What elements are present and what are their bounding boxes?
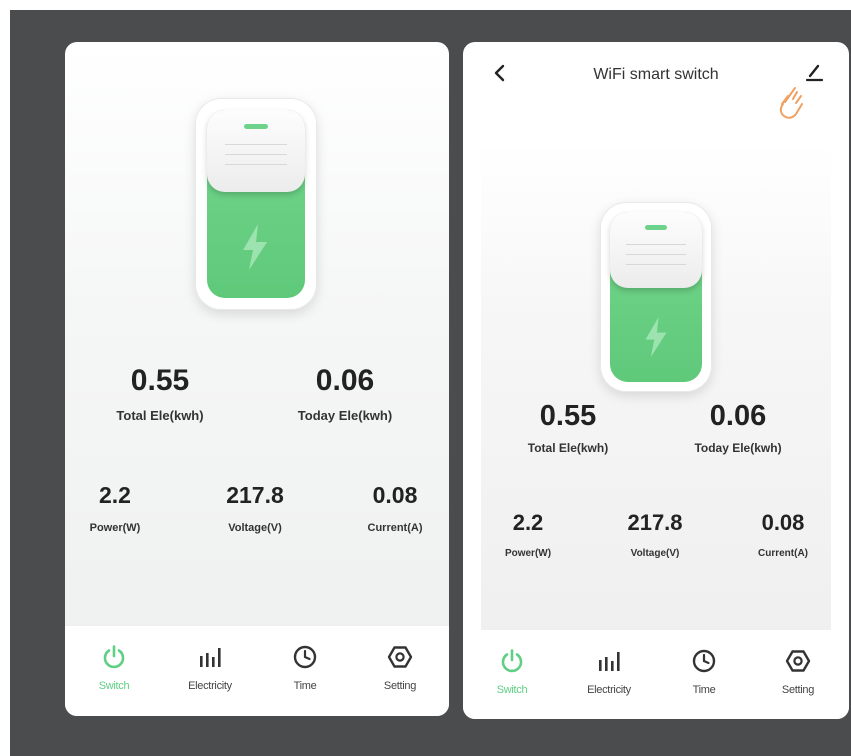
tab-electricity[interactable]: Electricity [574, 648, 644, 696]
tab-setting[interactable]: Setting [365, 644, 435, 692]
tab-setting-label: Setting [383, 680, 417, 692]
status-indicator [645, 225, 667, 230]
today-ele-stat: 0.06 Today Ele(kwh) [270, 364, 420, 423]
power-value: 2.2 [99, 482, 131, 508]
power-stat: 2.2 Power(W) [488, 510, 568, 559]
power-switch-graphic[interactable] [600, 202, 712, 392]
current-stat: 0.08 Current(A) [355, 482, 435, 534]
pointing-hand-icon [779, 87, 803, 119]
current-value: 0.08 [761, 510, 805, 535]
tab-switch-label: Switch [98, 680, 130, 692]
voltage-stat: 217.8 Voltage(V) [215, 482, 295, 534]
power-stat: 2.2 Power(W) [75, 482, 155, 534]
phone-screen-right: WiFi smart switch 0.55 Total Ele(kwh) 0.… [463, 42, 849, 719]
bar-chart-icon [599, 652, 620, 671]
phone-screen-left: 0.55 Total Ele(kwh) 0.06 Today Ele(kwh) … [65, 42, 449, 716]
voltage-value: 217.8 [226, 482, 284, 508]
current-label: Current(A) [758, 548, 808, 559]
total-ele-label: Total Ele(kwh) [527, 441, 609, 455]
switch-cap [610, 212, 702, 288]
bar-chart-icon [200, 648, 221, 667]
power-icon [103, 645, 125, 669]
power-label: Power(W) [89, 522, 141, 534]
tab-time[interactable]: Time [270, 644, 340, 692]
current-label: Current(A) [367, 522, 423, 534]
lightning-icon [645, 316, 667, 358]
today-ele-value: 0.06 [709, 400, 767, 432]
bottom-tab-bar: Switch Electricity Time Setting [65, 626, 449, 716]
edit-icon[interactable] [802, 62, 826, 84]
lightning-icon [243, 224, 267, 270]
total-ele-stat: 0.55 Total Ele(kwh) [493, 400, 643, 455]
tab-electricity[interactable]: Electricity [175, 644, 245, 692]
tab-electricity-label: Electricity [587, 684, 631, 696]
gear-icon [387, 646, 413, 668]
today-ele-stat: 0.06 Today Ele(kwh) [663, 400, 813, 455]
tab-time-label: Time [692, 684, 716, 696]
gear-icon [785, 650, 811, 672]
total-ele-stat: 0.55 Total Ele(kwh) [85, 364, 235, 423]
tab-electricity-label: Electricity [188, 680, 232, 692]
voltage-stat: 217.8 Voltage(V) [615, 510, 695, 559]
clock-icon [692, 649, 716, 673]
clock-icon [293, 645, 317, 669]
power-icon [501, 649, 523, 673]
voltage-label: Voltage(V) [630, 548, 680, 559]
power-label: Power(W) [504, 548, 552, 559]
tab-switch[interactable]: Switch [477, 648, 547, 696]
today-ele-label: Today Ele(kwh) [297, 408, 393, 423]
current-value: 0.08 [372, 482, 418, 508]
voltage-value: 217.8 [627, 510, 683, 535]
power-value: 2.2 [512, 510, 544, 535]
tab-setting[interactable]: Setting [763, 648, 833, 696]
app-header: WiFi smart switch [463, 42, 849, 119]
power-switch-graphic[interactable] [195, 98, 317, 310]
total-ele-label: Total Ele(kwh) [116, 408, 204, 423]
today-ele-label: Today Ele(kwh) [694, 441, 782, 455]
tab-setting-label: Setting [781, 684, 815, 696]
status-indicator [244, 124, 268, 129]
total-ele-value: 0.55 [539, 400, 597, 432]
switch-cap [207, 110, 305, 192]
tab-switch-label: Switch [496, 684, 528, 696]
total-ele-value: 0.55 [130, 364, 190, 397]
tab-switch[interactable]: Switch [79, 644, 149, 692]
tab-time-label: Time [293, 680, 317, 692]
today-ele-value: 0.06 [315, 364, 375, 397]
bottom-tab-bar: Switch Electricity Time Setting [463, 630, 849, 719]
tab-time[interactable]: Time [669, 648, 739, 696]
voltage-label: Voltage(V) [228, 522, 282, 534]
current-stat: 0.08 Current(A) [743, 510, 823, 559]
